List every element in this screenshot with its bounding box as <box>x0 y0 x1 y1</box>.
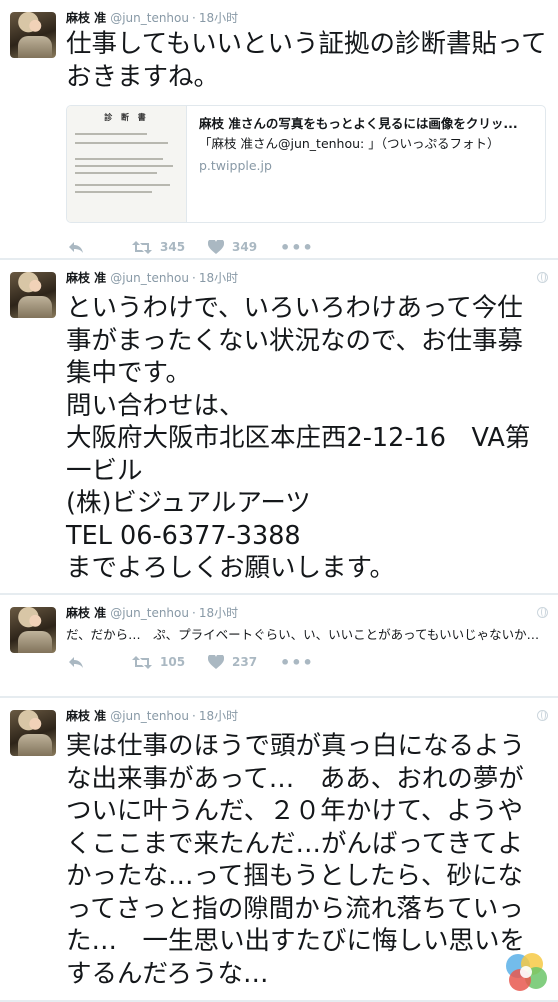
author-name[interactable]: 麻枝 准 <box>66 708 106 724</box>
card-description: 「麻枝 准さん@jun_tenhou: 」（ついっぷるフォト） <box>199 136 500 151</box>
doc-line <box>75 133 148 135</box>
avatar[interactable] <box>10 710 56 756</box>
author-handle[interactable]: @jun_tenhou <box>110 10 189 26</box>
author-name[interactable]: 麻枝 准 <box>66 605 106 621</box>
card-url[interactable]: p.twipple.jp <box>199 156 533 176</box>
timestamp[interactable]: 18小时 <box>199 10 238 26</box>
reply-button[interactable] <box>68 241 132 254</box>
reply-icon <box>69 656 83 668</box>
tweet-actions: 105 237 ••• <box>66 644 548 680</box>
retweet-icon <box>132 240 152 254</box>
tweet-text: 実は仕事のほうで頭が真っ白になるような出来事があって… ああ、おれの夢がついに叶… <box>66 731 526 989</box>
heart-icon <box>208 240 224 254</box>
doc-title: 診 断 書 <box>104 113 149 122</box>
tweet-text: だ、だから… ぷ、プライベートぐらい、い、いいことがあってもいいじゃないか… <box>66 627 540 642</box>
tweet[interactable]: 麻枝 准 @jun_tenhou · 18小时 実は仕事のほうで頭が真っ白になる… <box>0 698 558 1002</box>
doc-line <box>75 142 168 144</box>
more-icon: ••• <box>280 652 314 672</box>
like-button[interactable]: 349 <box>208 240 280 254</box>
card-body[interactable]: 麻枝 准さんの写真をもっとよく見るには画像をクリッ... 「麻枝 准さん@jun… <box>187 106 545 222</box>
more-button[interactable]: ••• <box>280 653 314 672</box>
author-name[interactable]: 麻枝 准 <box>66 10 106 26</box>
separator: · <box>191 11 196 25</box>
tweet-text: というわけで、いろいろわけあって今仕事がまったくない状況なので、お仕事募集中です… <box>66 293 531 583</box>
card-thumbnail[interactable]: 診 断 書 <box>67 106 187 222</box>
globe-icon <box>537 607 548 618</box>
retweet-button[interactable]: 105 <box>132 655 208 669</box>
author-handle[interactable]: @jun_tenhou <box>110 605 189 621</box>
retweet-count: 105 <box>160 655 186 669</box>
author-name[interactable]: 麻枝 准 <box>66 270 106 286</box>
tweet-text: 仕事してもいいという証拠の診断書貼っておきますね。 <box>66 29 547 92</box>
separator: · <box>191 709 196 723</box>
reply-button[interactable] <box>68 656 132 669</box>
avatar[interactable] <box>10 272 56 318</box>
author-handle[interactable]: @jun_tenhou <box>110 708 189 724</box>
doc-line <box>75 184 170 186</box>
card-title: 麻枝 准さんの写真をもっとよく見るには画像をクリッ... <box>199 116 518 131</box>
watermark-logo <box>506 953 547 991</box>
doc-line <box>75 191 153 193</box>
doc-line <box>75 158 163 160</box>
heart-icon <box>208 655 224 669</box>
tweet-header: 麻枝 准 @jun_tenhou · 18小时 <box>66 270 548 286</box>
timestamp[interactable]: 18小时 <box>199 708 238 724</box>
like-count: 237 <box>232 655 258 669</box>
tweet-header: 麻枝 准 @jun_tenhou · 18小时 <box>66 605 548 621</box>
retweet-button[interactable]: 345 <box>132 240 208 254</box>
retweet-count: 345 <box>160 240 186 254</box>
tweet[interactable]: 麻枝 准 @jun_tenhou · 18小时 仕事してもいいという証拠の診断書… <box>0 0 558 258</box>
retweet-icon <box>132 655 152 669</box>
author-handle[interactable]: @jun_tenhou <box>110 270 189 286</box>
timestamp[interactable]: 18小时 <box>199 270 238 286</box>
globe-icon <box>537 272 548 283</box>
avatar[interactable] <box>10 12 56 58</box>
globe-icon <box>537 710 548 721</box>
doc-line <box>75 165 173 167</box>
timeline: 麻枝 准 @jun_tenhou · 18小时 仕事してもいいという証拠の診断書… <box>0 0 558 1002</box>
more-button[interactable]: ••• <box>280 238 314 257</box>
like-button[interactable]: 237 <box>208 655 280 669</box>
separator: · <box>191 606 196 620</box>
like-count: 349 <box>232 240 258 254</box>
timestamp[interactable]: 18小时 <box>199 605 238 621</box>
more-icon: ••• <box>280 237 314 257</box>
tweet-header: 麻枝 准 @jun_tenhou · 18小时 <box>66 10 548 26</box>
separator: · <box>191 271 196 285</box>
tweet[interactable]: 麻枝 准 @jun_tenhou · 18小时 というわけで、いろいろわけあって… <box>0 260 558 614</box>
link-card[interactable]: 診 断 書 麻枝 准さんの写真をもっとよく見るには画像をクリッ... 「麻枝 准… <box>66 105 546 223</box>
reply-icon <box>69 241 83 253</box>
doc-line <box>75 172 158 174</box>
tweet[interactable]: 麻枝 准 @jun_tenhou · 18小时 だ、だから… ぷ、プライベートぐ… <box>0 595 558 696</box>
tweet-header: 麻枝 准 @jun_tenhou · 18小时 <box>66 708 548 724</box>
avatar[interactable] <box>10 607 56 653</box>
tweet-actions: 491 563 ••• <box>66 990 548 1002</box>
